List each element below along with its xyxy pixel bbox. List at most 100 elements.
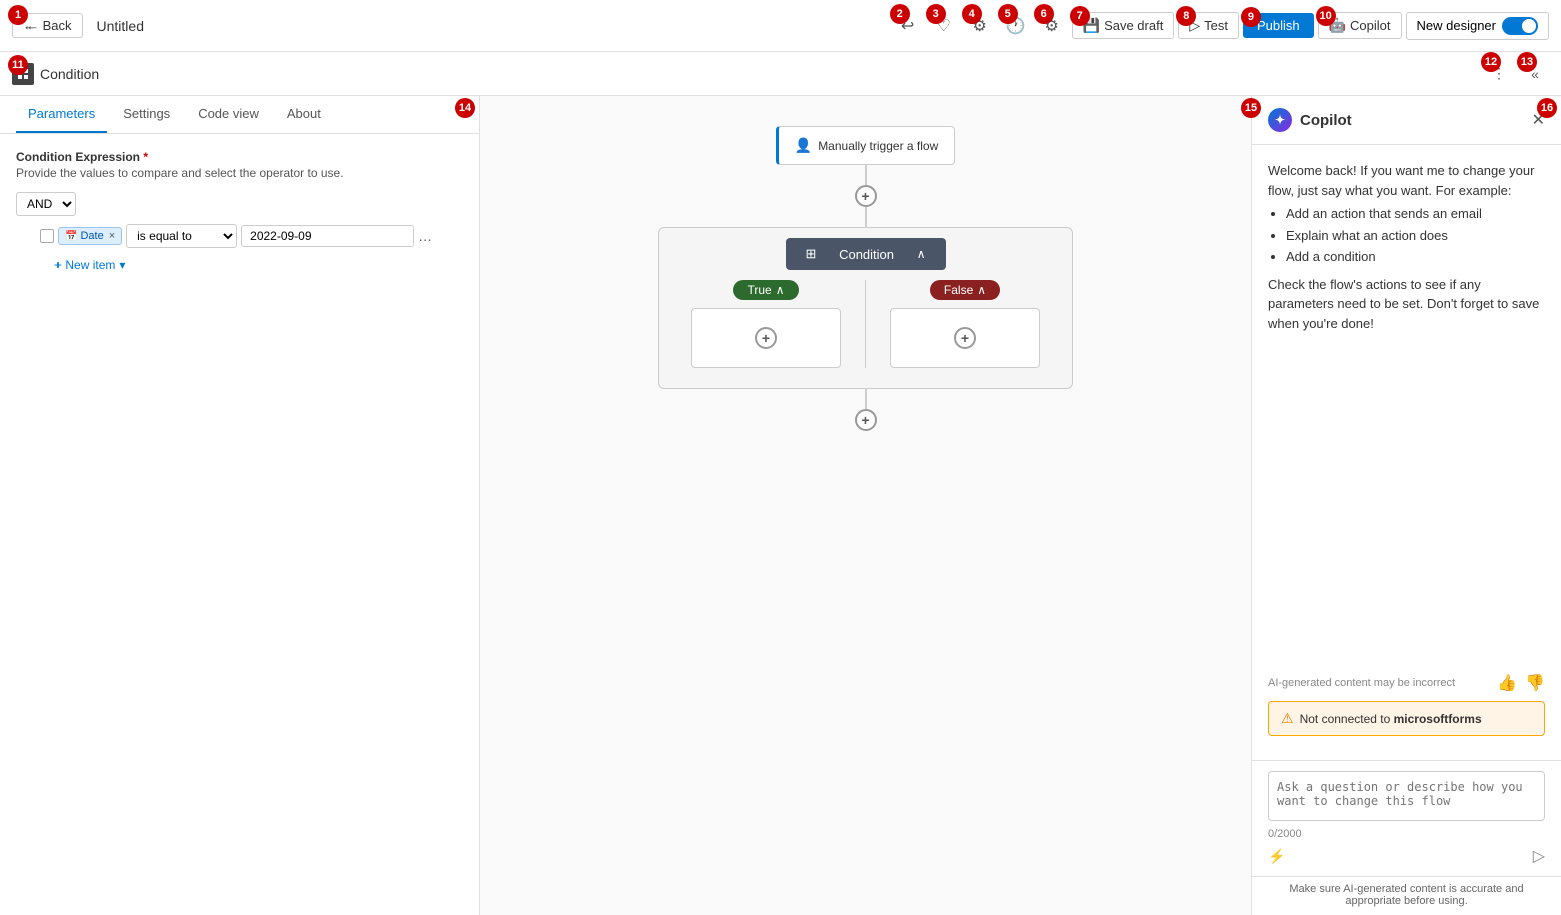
trigger-node: 👤 Manually trigger a flow + xyxy=(776,126,956,227)
condition-wrapper: ⊞ Condition ∧ True ∧ + xyxy=(658,227,1073,389)
copilot-header: ✦ Copilot ✕ xyxy=(1252,96,1561,145)
trigger-label: Manually trigger a flow xyxy=(818,139,938,153)
add-between-trigger-condition[interactable]: + xyxy=(855,185,877,207)
save-draft-label: Save draft xyxy=(1104,18,1163,33)
branch-divider xyxy=(865,280,866,368)
tab-settings[interactable]: Settings xyxy=(111,96,182,133)
token-icon: 📅 xyxy=(65,231,77,242)
new-designer-toggle[interactable]: New designer xyxy=(1406,12,1550,40)
tab-parameters[interactable]: Parameters xyxy=(16,96,107,133)
center-canvas: 15 👤 Manually trigger a flow + ⊞ Conditi… xyxy=(480,96,1251,915)
copilot-footer: 0/2000 ⚡ ▷ xyxy=(1252,760,1561,876)
and-operator-row: AND OR xyxy=(16,192,463,216)
copilot-input-actions: ⚡ ▷ xyxy=(1268,846,1545,866)
copilot-logo: ✦ xyxy=(1268,108,1292,132)
true-collapse-icon: ∧ xyxy=(776,283,785,297)
and-operator-dropdown[interactable]: AND OR xyxy=(16,192,76,216)
badge-10: 10 xyxy=(1316,6,1336,26)
condition-title: Condition xyxy=(40,66,99,82)
false-branch-header[interactable]: False ∧ xyxy=(930,280,1000,300)
feedback-label: AI-generated content may be incorrect xyxy=(1268,677,1489,689)
badge-11: 11 xyxy=(8,55,28,75)
tab-about[interactable]: About xyxy=(275,96,333,133)
main-toolbar: 1 ← ← Back Untitled 2 ↩ 3 ♡ 4 ⚙ 5 🕐 6 xyxy=(0,0,1561,52)
copilot-warning: ⚠ Not connected to microsoftforms xyxy=(1268,701,1545,736)
badge-6: 6 xyxy=(1034,4,1054,24)
copilot-disclaimer: Make sure AI-generated content is accura… xyxy=(1252,876,1561,915)
condition-node-box[interactable]: ⊞ Condition ∧ xyxy=(786,238,946,270)
condition-node-icon: ⊞ xyxy=(806,246,817,262)
send-button[interactable]: ▷ xyxy=(1533,846,1545,866)
tab-parameters-label: Parameters xyxy=(28,106,95,121)
badge-1: 1 xyxy=(8,5,28,25)
false-branch-content: + xyxy=(890,308,1040,368)
true-branch-header[interactable]: True ∧ xyxy=(733,280,798,300)
connector-1 xyxy=(865,165,867,185)
condition-expression-sub: Provide the values to compare and select… xyxy=(16,166,463,180)
add-false-branch[interactable]: + xyxy=(954,327,976,349)
back-label: ← Back xyxy=(26,18,72,33)
copilot-bullets: Add an action that sends an email Explai… xyxy=(1286,204,1545,267)
connector-3 xyxy=(865,389,867,409)
dropdown-icon: ▾ xyxy=(119,258,125,272)
char-count: 0/2000 xyxy=(1268,828,1545,840)
badge-13: 13 xyxy=(1517,52,1537,72)
new-item-button[interactable]: + + New item ▾ xyxy=(54,256,125,274)
copilot-message-2: Check the flow's actions to see if any p… xyxy=(1268,275,1545,334)
tab-about-label: About xyxy=(287,106,321,121)
condition-expression-label: Condition Expression * xyxy=(16,150,463,164)
thumbdown-button[interactable]: 👎 xyxy=(1525,673,1545,693)
badge-7: 7 xyxy=(1070,6,1090,26)
badge-15: 15 xyxy=(1241,98,1251,118)
trigger-node-box[interactable]: 👤 Manually trigger a flow xyxy=(776,126,956,165)
copilot-title-text: Copilot xyxy=(1300,112,1352,129)
toolbar-actions: 2 ↩ 3 ♡ 4 ⚙ 5 🕐 6 ⚙ 7 💾 Save draft xyxy=(892,10,1549,42)
thumbup-button[interactable]: 👍 xyxy=(1497,673,1517,693)
main-layout: 14 Parameters Settings Code view About C… xyxy=(0,96,1561,915)
true-branch-content: + xyxy=(691,308,841,368)
left-panel-content: Condition Expression * Provide the value… xyxy=(0,134,479,915)
publish-label: Publish xyxy=(1257,18,1300,33)
condition-collapse-btn[interactable]: ∧ xyxy=(917,247,926,261)
field-name: Date xyxy=(80,230,103,242)
remove-token-button[interactable]: × xyxy=(109,230,115,242)
trigger-icon: 👤 xyxy=(795,137,812,154)
tab-code-view[interactable]: Code view xyxy=(186,96,271,133)
tab-settings-label: Settings xyxy=(123,106,170,121)
attach-button[interactable]: ⚡ xyxy=(1268,848,1285,865)
row-checkbox[interactable] xyxy=(40,229,54,243)
row-menu-button[interactable]: … xyxy=(418,228,432,244)
condition-node-label: Condition xyxy=(839,247,894,262)
test-label: Test xyxy=(1204,18,1228,33)
true-label: True xyxy=(747,283,771,297)
badge-16: 16 xyxy=(1537,98,1557,118)
false-label: False xyxy=(944,283,973,297)
badge-2: 2 xyxy=(890,4,910,24)
toggle-switch[interactable] xyxy=(1502,17,1538,35)
operator-dropdown[interactable]: is equal to is not equal to is greater t… xyxy=(126,224,237,248)
bullet-1: Add an action that sends an email xyxy=(1286,204,1545,224)
flow-diagram: 👤 Manually trigger a flow + ⊞ Condition … xyxy=(658,126,1073,431)
badge-4: 4 xyxy=(962,4,982,24)
copilot-label: Copilot xyxy=(1350,18,1390,33)
left-panel-tabs: Parameters Settings Code view About xyxy=(0,96,479,134)
field-token-date[interactable]: 📅 Date × xyxy=(58,227,122,245)
badge-12: 12 xyxy=(1481,52,1501,72)
warning-icon: ⚠ xyxy=(1281,710,1294,727)
copilot-input[interactable] xyxy=(1268,771,1545,821)
badge-9: 9 xyxy=(1241,7,1261,27)
copilot-body: Welcome back! If you want me to change y… xyxy=(1252,145,1561,760)
subtoolbar: 11 Condition 12 ⋮ 13 « xyxy=(0,52,1561,96)
copilot-feedback: AI-generated content may be incorrect 👍 … xyxy=(1268,673,1545,693)
condition-header-row: ⊞ Condition ∧ xyxy=(673,238,1058,270)
add-true-branch[interactable]: + xyxy=(755,327,777,349)
bullet-2: Explain what an action does xyxy=(1286,226,1545,246)
false-collapse-icon: ∧ xyxy=(977,283,986,297)
badge-1-container: 1 ← ← Back xyxy=(12,13,83,38)
add-after-condition[interactable]: + xyxy=(855,409,877,431)
connector-2 xyxy=(865,207,867,227)
false-branch: False ∧ + xyxy=(880,280,1050,368)
badge-14: 14 xyxy=(455,98,475,118)
bullet-3: Add a condition xyxy=(1286,247,1545,267)
value-input[interactable] xyxy=(241,225,414,247)
